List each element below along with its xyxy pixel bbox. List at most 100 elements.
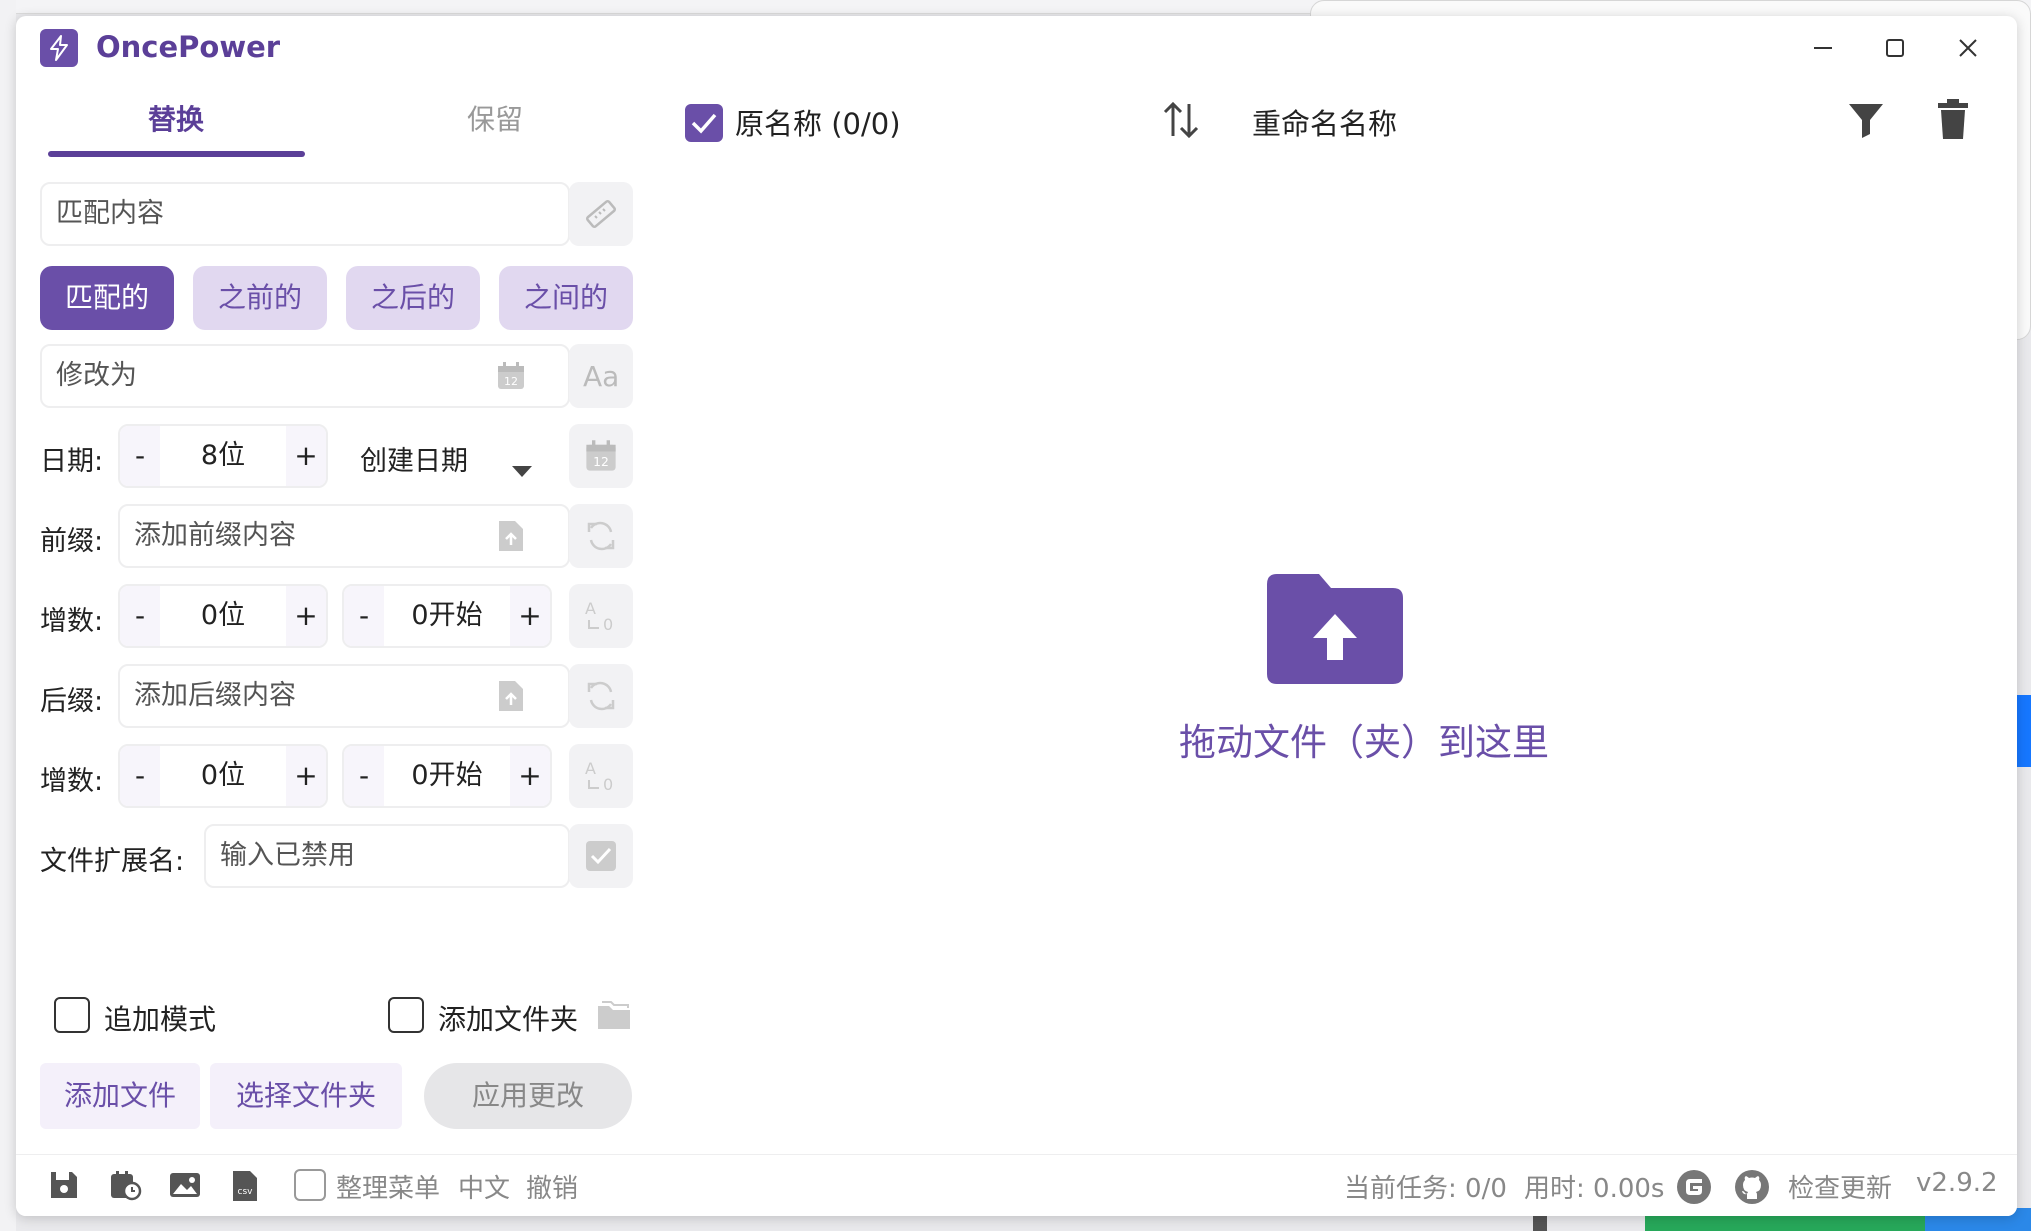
case-toggle-button[interactable]: Aa [569,344,633,408]
close-icon [1959,39,1977,57]
organize-menu-checkbox[interactable] [294,1169,326,1201]
image-icon[interactable] [168,1169,202,1205]
apply-changes-button[interactable]: 应用更改 [424,1063,632,1129]
suffix-refresh-button[interactable] [569,664,633,728]
app-title: OncePower [96,30,281,64]
add-folder-checkbox[interactable] [388,997,424,1033]
date-digits-stepper[interactable]: - 8位 + [118,424,328,488]
history-icon[interactable] [108,1169,142,1205]
suffix-start-decrement[interactable]: - [344,746,384,806]
undo-button[interactable]: 撤销 [526,1168,578,1205]
rename-name-header: 重命名名称 [1252,107,1398,141]
sort-icon [1163,101,1199,139]
replace-with-input[interactable]: 修改为 [40,344,570,408]
suffix-digits-increment[interactable]: + [286,746,326,806]
file-upload-icon [499,521,523,551]
sort-button[interactable] [1159,98,1203,146]
add-files-button[interactable]: 添加文件 [40,1063,200,1129]
mode-between[interactable]: 之间的 [499,266,633,330]
close-button[interactable] [1951,31,1985,65]
append-mode-label: 追加模式 [104,1003,217,1036]
prefix-start-stepper[interactable]: - 0开始 + [342,584,552,648]
date-label: 日期: [40,446,104,477]
title-bar: OncePower [16,16,2017,78]
letter-number-icon: A 0 [585,759,613,794]
app-logo [40,29,78,67]
svg-text:0: 0 [603,615,613,634]
suffix-digits-value: 0位 [200,760,246,791]
elapsed-time-status: 用时: 0.00s [1524,1174,1665,1204]
maximize-button[interactable] [1878,31,1912,65]
folder-upload-icon [1267,574,1403,684]
prefix-file-button[interactable] [496,518,526,558]
svg-text:csv: csv [238,1187,254,1197]
prefix-digits-increment[interactable]: + [286,586,326,646]
organize-menu-label: 整理菜单 [336,1174,441,1204]
date-digits-decrement[interactable]: - [120,426,160,486]
extension-input[interactable]: 输入已禁用 [204,824,570,888]
minimize-button[interactable] [1806,31,1840,65]
suffix-start-increment[interactable]: + [510,746,550,806]
prefix-digits-stepper[interactable]: - 0位 + [118,584,328,648]
folder-icon [596,1000,632,1036]
letter-number-icon: A 0 [585,599,613,634]
insert-date-button[interactable]: 12 [495,360,527,396]
filter-button[interactable] [1846,100,1886,144]
extension-label: 文件扩展名: [40,846,185,877]
mode-matched[interactable]: 匹配的 [40,266,174,330]
mode-before[interactable]: 之前的 [193,266,327,330]
calendar-icon: 12 [586,440,616,471]
font-case-icon: Aa [583,360,619,393]
trash-icon [1938,99,1968,139]
date-calendar-button[interactable]: 12 [569,424,633,488]
date-digits-increment[interactable]: + [286,426,326,486]
refresh-icon [587,521,615,551]
suffix-sort-option-button[interactable]: A 0 [569,744,633,808]
tab-keep[interactable]: 保留 [467,98,523,138]
save-icon[interactable] [48,1169,80,1205]
suffix-increment-label: 增数: [40,766,104,797]
minimize-icon [1814,47,1832,49]
maximize-icon [1886,39,1904,57]
gitee-icon[interactable] [1676,1169,1712,1209]
prefix-refresh-button[interactable] [569,504,633,568]
suffix-digits-stepper[interactable]: - 0位 + [118,744,328,808]
prefix-digits-decrement[interactable]: - [120,586,160,646]
checkbox-checked-icon [586,841,616,871]
clear-list-button[interactable] [1936,98,1970,144]
github-icon[interactable] [1734,1169,1770,1209]
check-update-link[interactable]: 检查更新 [1788,1168,1892,1205]
append-mode-checkbox[interactable] [54,997,90,1033]
svg-text:0: 0 [603,775,613,794]
svg-text:Aa: Aa [583,360,619,393]
prefix-increment-label: 增数: [40,606,104,637]
suffix-digits-decrement[interactable]: - [120,746,160,806]
calendar-icon: 12 [498,362,524,389]
regex-ruler-button[interactable] [569,182,633,246]
check-icon [691,113,717,134]
tab-active-indicator [48,151,305,157]
date-type-select[interactable]: 创建日期 [360,439,468,478]
original-name-checkbox[interactable] [685,104,723,142]
prefix-start-increment[interactable]: + [510,586,550,646]
status-bar: csv 整理菜单 中文 撤销 当前任务: 0/0 用时: 0.00s 检查更新 … [16,1154,2017,1216]
suffix-file-button[interactable] [496,678,526,718]
original-name-header: 原名称 (0/0) [735,107,901,141]
ruler-icon [585,199,617,229]
select-folder-button[interactable]: 选择文件夹 [210,1063,402,1129]
tab-replace[interactable]: 替换 [148,98,204,138]
background-left-strip [0,0,16,1231]
svg-text:12: 12 [593,455,609,469]
prefix-sort-option-button[interactable]: A 0 [569,584,633,648]
language-switch[interactable]: 中文 [458,1168,510,1205]
suffix-start-stepper[interactable]: - 0开始 + [342,744,552,808]
svg-text:A: A [585,599,596,618]
mode-after[interactable]: 之后的 [346,266,480,330]
extension-toggle-button[interactable] [569,824,633,888]
drop-zone-icon[interactable] [1267,574,1403,690]
chevron-down-icon [512,466,532,477]
prefix-start-decrement[interactable]: - [344,586,384,646]
csv-icon[interactable]: csv [230,1169,260,1207]
match-content-input[interactable]: 匹配内容 [40,182,570,246]
prefix-start-value: 0开始 [411,600,483,631]
